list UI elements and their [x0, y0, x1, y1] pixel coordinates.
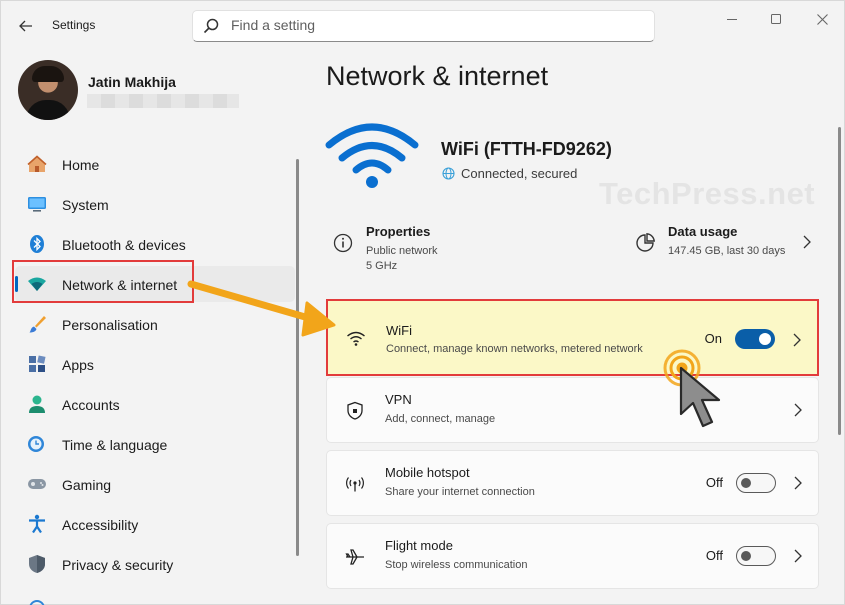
wifi-card-title: WiFi — [386, 323, 412, 338]
minimize-button[interactable] — [717, 7, 747, 31]
chevron-right-icon — [794, 476, 802, 490]
network-band: 5 GHz — [366, 260, 398, 272]
sidebar-scrollbar[interactable] — [296, 159, 299, 556]
sidebar-item-apps[interactable]: Apps — [15, 346, 295, 382]
accessibility-icon — [29, 514, 45, 534]
hotspot-icon — [346, 477, 364, 492]
page-title: Network & internet — [326, 61, 549, 91]
wifi-toggle[interactable] — [735, 329, 775, 349]
shield-icon — [29, 555, 45, 573]
sidebar-item-system[interactable]: System — [15, 186, 295, 222]
vpn-card-subtitle: Add, connect, manage — [385, 413, 496, 425]
wifi-state-label: On — [704, 331, 722, 346]
user-name: Jatin Makhija — [88, 74, 176, 90]
maximize-icon — [770, 13, 781, 24]
title-bar: Settings — [1, 1, 845, 51]
search-input[interactable] — [231, 17, 631, 33]
search-icon — [203, 18, 219, 34]
data-usage-link[interactable]: Data usage 147.45 GB, last 30 days — [633, 213, 819, 279]
back-button[interactable] — [15, 15, 37, 37]
chevron-right-icon — [803, 235, 811, 249]
sidebar-item-personalisation[interactable]: Personalisation — [15, 306, 295, 342]
network-callout-box — [12, 260, 194, 303]
hotspot-state-label: Off — [705, 475, 723, 490]
sidebar-nav: Home System Bluetooth & devices Network … — [1, 144, 301, 605]
update-icon — [29, 600, 45, 605]
properties-link[interactable]: Properties Public network 5 GHz — [331, 213, 611, 279]
flight-mode-card-subtitle: Stop wireless communication — [385, 559, 528, 571]
wifi-icon — [347, 331, 365, 346]
wifi-card[interactable]: WiFi Connect, manage known networks, met… — [326, 299, 819, 376]
accounts-icon — [29, 395, 45, 413]
flight-mode-toggle[interactable] — [736, 546, 776, 566]
brush-icon — [29, 316, 46, 333]
globe-icon — [442, 167, 455, 180]
mobile-hotspot-card[interactable]: Mobile hotspot Share your internet conne… — [326, 450, 819, 516]
hotspot-toggle[interactable] — [736, 473, 776, 493]
connection-status: Connected, secured — [442, 166, 577, 181]
bluetooth-icon — [30, 235, 44, 253]
sidebar-item-time-language[interactable]: Time & language — [15, 426, 295, 462]
data-usage-detail: 147.45 GB, last 30 days — [668, 245, 786, 257]
sidebar-item-bluetooth[interactable]: Bluetooth & devices — [15, 226, 295, 262]
vpn-card[interactable]: VPN Add, connect, manage — [326, 377, 819, 443]
data-usage-icon — [636, 233, 655, 252]
watermark: TechPress.net — [599, 176, 816, 211]
info-icon — [333, 233, 353, 253]
user-email-redacted — [87, 94, 239, 108]
gaming-icon — [28, 479, 46, 489]
minimize-icon — [726, 18, 737, 20]
app-title: Settings — [52, 18, 96, 32]
wifi-card-subtitle: Connect, manage known networks, metered … — [386, 343, 643, 355]
back-arrow-icon — [19, 20, 32, 32]
home-icon — [27, 155, 47, 172]
sidebar-item-accessibility[interactable]: Accessibility — [15, 506, 295, 542]
hotspot-card-subtitle: Share your internet connection — [385, 486, 535, 498]
system-icon — [28, 197, 46, 212]
sidebar-item-update[interactable] — [15, 586, 295, 605]
avatar[interactable] — [18, 60, 78, 120]
connection-name: WiFi (FTTH-FD9262) — [441, 139, 612, 159]
sidebar-item-home[interactable]: Home — [15, 146, 295, 182]
sidebar-item-accounts[interactable]: Accounts — [15, 386, 295, 422]
flight-mode-state-label: Off — [705, 548, 723, 563]
close-icon — [816, 13, 828, 25]
apps-icon — [29, 355, 46, 372]
vpn-card-title: VPN — [385, 392, 412, 407]
chevron-right-icon — [794, 549, 802, 563]
network-profile: Public network — [366, 245, 438, 257]
search-box[interactable] — [192, 10, 655, 42]
time-language-icon — [28, 436, 44, 452]
vpn-shield-icon — [347, 401, 363, 420]
sidebar-item-privacy[interactable]: Privacy & security — [15, 546, 295, 582]
wifi-large-icon — [325, 123, 419, 188]
maximize-button[interactable] — [761, 7, 791, 31]
sidebar-item-gaming[interactable]: Gaming — [15, 466, 295, 502]
airplane-icon — [345, 549, 364, 565]
flight-mode-card-title: Flight mode — [385, 538, 453, 553]
close-button[interactable] — [807, 7, 837, 31]
chevron-right-icon — [793, 333, 801, 347]
chevron-right-icon — [794, 403, 802, 417]
main-scrollbar[interactable] — [838, 127, 841, 435]
flight-mode-card[interactable]: Flight mode Stop wireless communication … — [326, 523, 819, 589]
hotspot-card-title: Mobile hotspot — [385, 465, 470, 480]
